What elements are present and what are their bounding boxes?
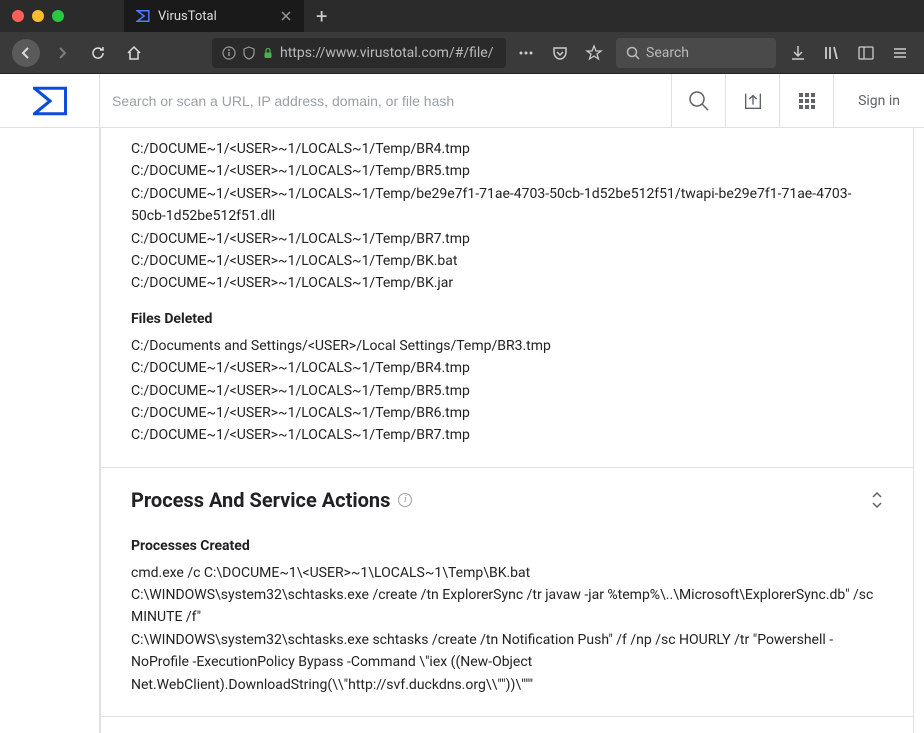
- menu-icon[interactable]: [888, 41, 912, 65]
- process-section-body: Processes Created cmd.exe /c C:\DOCUME~1…: [101, 538, 913, 717]
- browser-titlebar: VirusTotal +: [0, 0, 924, 32]
- nav-toolbar: https://www.virustotal.com/#/file/ Searc…: [0, 32, 924, 74]
- signin-label: Sign in: [858, 93, 900, 109]
- list-item: C:\WINDOWS\system32\schtasks.exe /create…: [131, 584, 883, 629]
- page-actions-icon[interactable]: [514, 41, 538, 65]
- address-bar[interactable]: https://www.virustotal.com/#/file/: [212, 38, 506, 68]
- window-controls: [12, 10, 64, 22]
- list-item: C:/DOCUME~1/<USER>~1/LOCALS~1/Temp/BR7.t…: [131, 424, 883, 446]
- vt-upload-button[interactable]: [725, 74, 779, 128]
- vt-logo[interactable]: [0, 74, 100, 127]
- browser-search-box[interactable]: Search: [616, 38, 776, 68]
- tab-strip: VirusTotal +: [124, 0, 339, 32]
- close-window-button[interactable]: [12, 10, 24, 22]
- collapse-toggle-icon[interactable]: [871, 492, 883, 508]
- tab-virustotal[interactable]: VirusTotal: [124, 0, 304, 32]
- list-item: cmd.exe /c C:\DOCUME~1\<USER>~1\LOCALS~1…: [131, 562, 883, 584]
- sidebar-icon[interactable]: [854, 41, 878, 65]
- process-section-title: Process And Service Actions: [131, 488, 390, 512]
- list-item: C:/Documents and Settings/<USER>/Local S…: [131, 335, 883, 357]
- vt-favicon-icon: [136, 9, 150, 23]
- files-deleted-label: Files Deleted: [131, 311, 883, 327]
- downloads-icon[interactable]: [786, 41, 810, 65]
- library-icon[interactable]: [820, 41, 844, 65]
- files-deleted-list: C:/Documents and Settings/<USER>/Local S…: [131, 335, 883, 447]
- back-button[interactable]: [12, 39, 40, 67]
- list-item: C:/DOCUME~1/<USER>~1/LOCALS~1/Temp/BK.ba…: [131, 250, 883, 272]
- processes-created-label: Processes Created: [131, 538, 883, 554]
- list-item: C:/DOCUME~1/<USER>~1/LOCALS~1/Temp/be29e…: [131, 183, 883, 228]
- search-icon: [626, 46, 640, 60]
- vt-search-bar[interactable]: [100, 91, 671, 110]
- process-section-header[interactable]: Process And Service Actions i: [101, 468, 913, 522]
- tab-close-icon[interactable]: [280, 10, 292, 22]
- info-icon[interactable]: [222, 46, 236, 60]
- list-item: C:/DOCUME~1/<USER>~1/LOCALS~1/Temp/BR4.t…: [131, 357, 883, 379]
- home-button[interactable]: [120, 39, 148, 67]
- vt-body: C:/DOCUME~1/<USER>~1/LOCALS~1/Temp/BR4.t…: [0, 128, 924, 733]
- list-item: C:/DOCUME~1/<USER>~1/LOCALS~1/Temp/BR5.t…: [131, 160, 883, 182]
- vt-search-input[interactable]: [112, 93, 659, 109]
- lock-icon[interactable]: [262, 47, 274, 59]
- minimize-window-button[interactable]: [32, 10, 44, 22]
- list-item: C:/DOCUME~1/<USER>~1/LOCALS~1/Temp/BR7.t…: [131, 228, 883, 250]
- vt-right-gap: [914, 128, 924, 733]
- pocket-icon[interactable]: [548, 41, 572, 65]
- vt-search-button[interactable]: [671, 74, 725, 128]
- bookmark-star-icon[interactable]: [582, 41, 606, 65]
- list-item: C:/DOCUME~1/<USER>~1/LOCALS~1/Temp/BR4.t…: [131, 138, 883, 160]
- maximize-window-button[interactable]: [52, 10, 64, 22]
- list-item: C:/DOCUME~1/<USER>~1/LOCALS~1/Temp/BK.ja…: [131, 272, 883, 294]
- shield-icon[interactable]: [242, 46, 256, 60]
- vt-apps-button[interactable]: [779, 74, 833, 128]
- search-placeholder: Search: [646, 45, 689, 61]
- list-item: C:\WINDOWS\system32\schtasks.exe schtask…: [131, 629, 883, 696]
- vt-header: Sign in: [0, 74, 924, 128]
- list-item: C:/DOCUME~1/<USER>~1/LOCALS~1/Temp/BR6.t…: [131, 402, 883, 424]
- vt-left-sidebar: [0, 128, 100, 733]
- files-opened-list: C:/DOCUME~1/<USER>~1/LOCALS~1/Temp/BR4.t…: [131, 138, 883, 295]
- tab-title: VirusTotal: [158, 9, 217, 24]
- forward-button[interactable]: [48, 39, 76, 67]
- file-actions-section: C:/DOCUME~1/<USER>~1/LOCALS~1/Temp/BR4.t…: [101, 128, 913, 468]
- info-icon[interactable]: i: [398, 493, 412, 507]
- reload-button[interactable]: [84, 39, 112, 67]
- url-text: https://www.virustotal.com/#/file/: [280, 45, 494, 61]
- list-item: C:/DOCUME~1/<USER>~1/LOCALS~1/Temp/BR5.t…: [131, 380, 883, 402]
- vt-content-scroll[interactable]: C:/DOCUME~1/<USER>~1/LOCALS~1/Temp/BR4.t…: [100, 128, 914, 733]
- vt-content: C:/DOCUME~1/<USER>~1/LOCALS~1/Temp/BR4.t…: [100, 128, 914, 733]
- new-tab-button[interactable]: +: [304, 4, 339, 28]
- vt-signin-button[interactable]: Sign in: [833, 74, 924, 127]
- processes-created-list: cmd.exe /c C:\DOCUME~1\<USER>~1\LOCALS~1…: [131, 562, 883, 696]
